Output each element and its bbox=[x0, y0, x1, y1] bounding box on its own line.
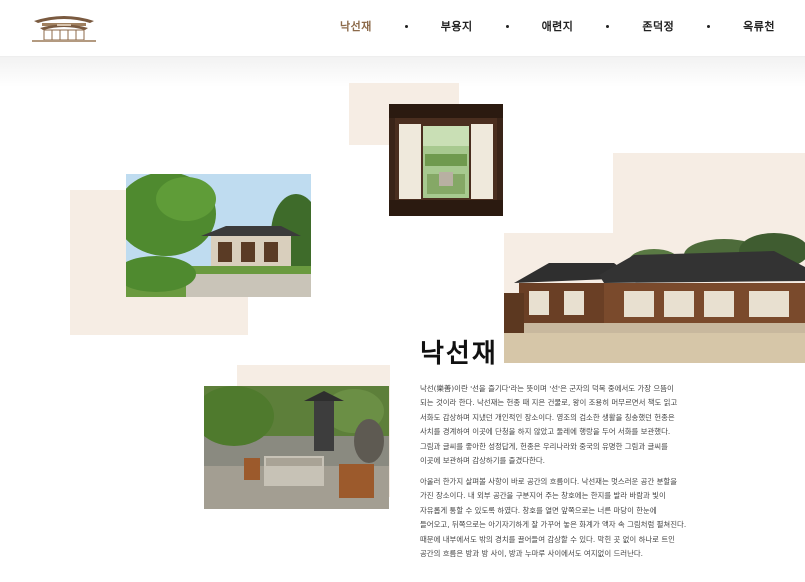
palace-logo[interactable] bbox=[30, 9, 98, 45]
nav-item-nakseonjae[interactable]: 낙선재 bbox=[340, 18, 372, 34]
nav-separator bbox=[505, 24, 509, 28]
page-title: 낙선재 bbox=[420, 339, 498, 369]
pavilion-trees-photo bbox=[126, 174, 311, 297]
nav-separator bbox=[606, 24, 610, 28]
nav-item-jondeokjeong[interactable]: 존덕정 bbox=[642, 18, 674, 34]
nakseonjae-building-photo bbox=[504, 233, 805, 363]
nav-item-aeryeonji[interactable]: 애련지 bbox=[542, 18, 574, 34]
description-paragraph: 낙선(樂善)이란 '선을 즐기다'라는 뜻이며 '선'은 군자의 덕목 중에서도… bbox=[420, 384, 678, 466]
nav-item-okryucheon[interactable]: 옥류천 bbox=[743, 18, 775, 34]
description-paragraph: 아울러 한가지 살펴볼 사항이 바로 공간의 흐름이다. 낙선재는 멋스러운 공… bbox=[420, 477, 687, 559]
window-frame-photo bbox=[389, 104, 503, 216]
site-header: 낙선재 부용지 애련지 존덕정 옥류천 bbox=[0, 0, 805, 57]
nav-separator bbox=[404, 24, 408, 28]
stone-basin-photo bbox=[204, 386, 389, 509]
nav-separator bbox=[707, 24, 711, 28]
main-nav: 낙선재 부용지 애련지 존덕정 옥류천 bbox=[340, 0, 775, 52]
nav-item-buyongji[interactable]: 부용지 bbox=[441, 18, 473, 34]
